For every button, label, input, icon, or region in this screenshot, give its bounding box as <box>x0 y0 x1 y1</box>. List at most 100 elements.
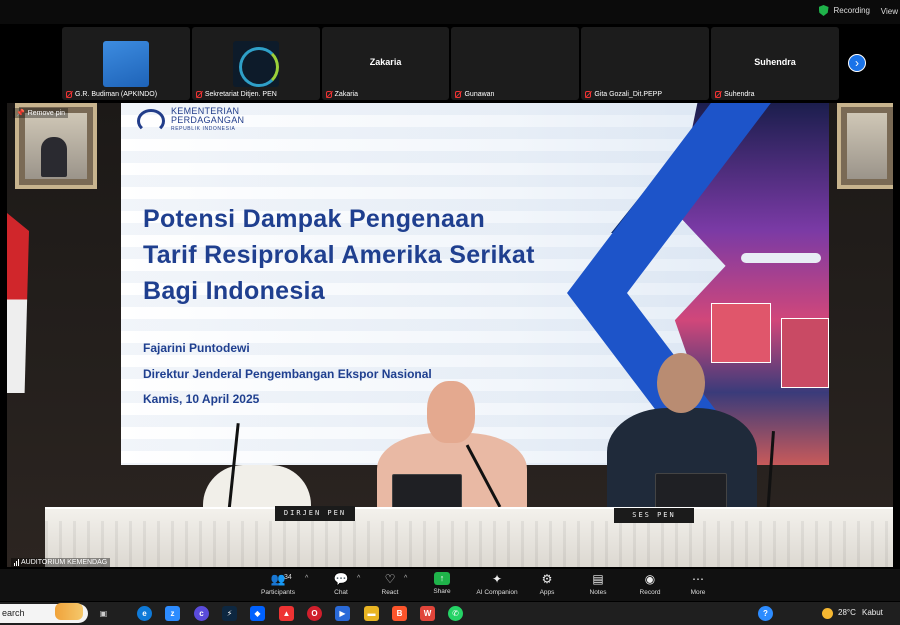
participant-tile[interactable]: Gita Gozali_Dit.PEPP <box>581 27 710 100</box>
mic-muted-icon <box>455 91 462 98</box>
participant-name: Gita Gozali_Dit.PEPP <box>594 91 663 98</box>
presentation-date: Kamis, 10 April 2025 <box>143 392 260 406</box>
avatar <box>232 41 279 87</box>
remove-pin-button[interactable]: 📌 Remove pin <box>13 108 69 118</box>
react-icon: ♡ <box>384 572 396 586</box>
share-label: Share <box>433 588 451 595</box>
name-plate-left: DIRJEN PEN <box>275 506 355 521</box>
chat-label: Chat <box>334 589 348 596</box>
speaker-right-head <box>657 353 705 413</box>
org-name-line3: REPUBLIK INDONESIA <box>171 126 236 132</box>
meeting-controls: 👥 34 Participants ^ 💬 Chat ^ ♡ React ^ ↑… <box>0 569 900 601</box>
zoom-app-icon[interactable]: z <box>165 606 180 621</box>
participant-strip: G.R. Budiman (APKINDO) Sekretariat Ditje… <box>62 27 839 100</box>
name-plate-right: SES PEN <box>614 508 694 523</box>
pin-icon: 📌 <box>16 110 25 117</box>
conference-table <box>45 507 893 567</box>
mic-muted-icon <box>585 91 592 98</box>
task-view-icon[interactable]: ▣ <box>96 606 111 621</box>
ai-companion-label: AI Companion <box>476 589 518 596</box>
mic-muted-icon <box>325 91 332 98</box>
edge-browser-icon[interactable]: e <box>137 606 152 621</box>
weather-description[interactable]: Kabut <box>862 608 883 617</box>
app-icon[interactable]: c <box>194 606 209 621</box>
airplane-image <box>741 253 821 263</box>
app-icon[interactable]: ▶ <box>335 606 350 621</box>
participant-tile[interactable]: Gunawan <box>451 27 580 100</box>
truck-image <box>711 303 771 363</box>
participant-name: Gunawan <box>464 91 495 98</box>
participant-name: Sekretariat Ditjen. PEN <box>204 91 277 98</box>
opera-browser-icon[interactable]: O <box>307 606 322 621</box>
slide-title-line: Bagi Indonesia <box>143 277 326 305</box>
wall-portrait <box>837 103 893 189</box>
slide-title: Potensi Dampak Pengenaan Tarif Resiproka… <box>143 201 593 309</box>
participant-tile[interactable]: G.R. Budiman (APKINDO) <box>62 27 190 100</box>
recording-indicator[interactable]: Recording <box>818 5 870 16</box>
more-label: More <box>690 589 706 596</box>
ministry-emblem-icon <box>137 108 165 133</box>
participant-display-name: Suhendra <box>754 57 796 67</box>
participants-options-caret[interactable]: ^ <box>305 575 308 582</box>
speaker-left-head <box>427 381 475 443</box>
app-icon[interactable]: ▲ <box>279 606 294 621</box>
mic-muted-icon <box>195 91 202 98</box>
participant-tile[interactable]: Suhendra Suhendra <box>711 27 839 100</box>
participants-icon: 👥 <box>270 572 286 586</box>
wps-office-icon[interactable]: W <box>420 606 435 621</box>
app-icon[interactable]: ⚡ <box>222 606 237 621</box>
presenter-position: Direktur Jenderal Pengembangan Ekspor Na… <box>143 367 432 381</box>
notes-label: Notes <box>589 589 607 596</box>
os-taskbar: earch ▣ e z c ⚡ ◆ ▲ O ▶ ▬ B W ✆ ? 28°C K… <box>0 602 900 625</box>
next-page-button[interactable]: › <box>848 54 866 72</box>
truck-image <box>781 318 829 388</box>
pinned-video[interactable]: 📌 Remove pin KEMENTERIAN PERDAGANGAN REP… <box>7 103 893 567</box>
meeting-top-bar: Recording View <box>0 0 900 24</box>
brave-browser-icon[interactable]: B <box>392 606 407 621</box>
notes-button[interactable]: ▤ Notes <box>568 572 628 596</box>
search-highlight-image <box>55 603 83 620</box>
projection-screen: KEMENTERIAN PERDAGANGAN REPUBLIK INDONES… <box>121 103 829 465</box>
participants-count: 34 <box>284 574 292 581</box>
mic-muted-icon <box>715 91 722 98</box>
ministry-logo: KEMENTERIAN PERDAGANGAN REPUBLIK INDONES… <box>137 107 244 134</box>
help-icon[interactable]: ? <box>758 606 773 621</box>
participant-name: G.R. Budiman (APKINDO) <box>75 91 158 98</box>
remove-pin-label: Remove pin <box>27 109 66 117</box>
participant-tile[interactable]: Sekretariat Ditjen. PEN <box>191 27 320 100</box>
weather-sun-icon <box>822 608 833 619</box>
room-name-text: AUDITORIUM KEMENDAG <box>21 559 108 566</box>
weather-temperature[interactable]: 28°C <box>838 608 856 617</box>
avatar <box>103 41 149 87</box>
slide-title-line: Potensi Dampak Pengenaan <box>143 205 486 233</box>
room-name-label: AUDITORIUM KEMENDAG <box>11 558 111 567</box>
participant-name: Zakaria <box>334 91 358 98</box>
notes-icon: ▤ <box>592 572 604 586</box>
more-icon: ⋯ <box>692 572 704 586</box>
shield-check-icon <box>818 5 829 16</box>
org-name-line2: PERDAGANGAN <box>171 115 245 125</box>
whatsapp-icon[interactable]: ✆ <box>448 606 463 621</box>
presenter-name: Fajarini Puntodewi <box>143 341 250 355</box>
share-screen-icon: ↑ <box>434 572 450 585</box>
chevron-right-icon: › <box>855 56 859 70</box>
file-explorer-icon[interactable]: ▬ <box>364 606 379 621</box>
participant-tile[interactable]: Zakaria Zakaria <box>321 27 450 100</box>
view-button[interactable]: View <box>881 7 898 16</box>
mic-muted-icon <box>66 91 72 98</box>
react-options-caret[interactable]: ^ <box>404 575 407 582</box>
react-label: React <box>381 589 399 596</box>
participants-label: Participants <box>261 589 295 596</box>
apps-label: Apps <box>539 589 555 596</box>
participants-button[interactable]: 👥 34 Participants <box>248 572 308 596</box>
record-label: Record <box>639 589 661 596</box>
recording-label: Recording <box>833 6 870 15</box>
dropbox-icon[interactable]: ◆ <box>250 606 265 621</box>
participant-display-name: Zakaria <box>369 57 402 67</box>
react-button[interactable]: ♡ React <box>360 572 420 596</box>
more-button[interactable]: ⋯ More <box>668 572 728 596</box>
search-text: earch <box>2 608 25 618</box>
signal-bars-icon <box>14 559 19 566</box>
participant-name: Suhendra <box>724 91 755 98</box>
share-button[interactable]: ↑ Share <box>412 572 472 595</box>
